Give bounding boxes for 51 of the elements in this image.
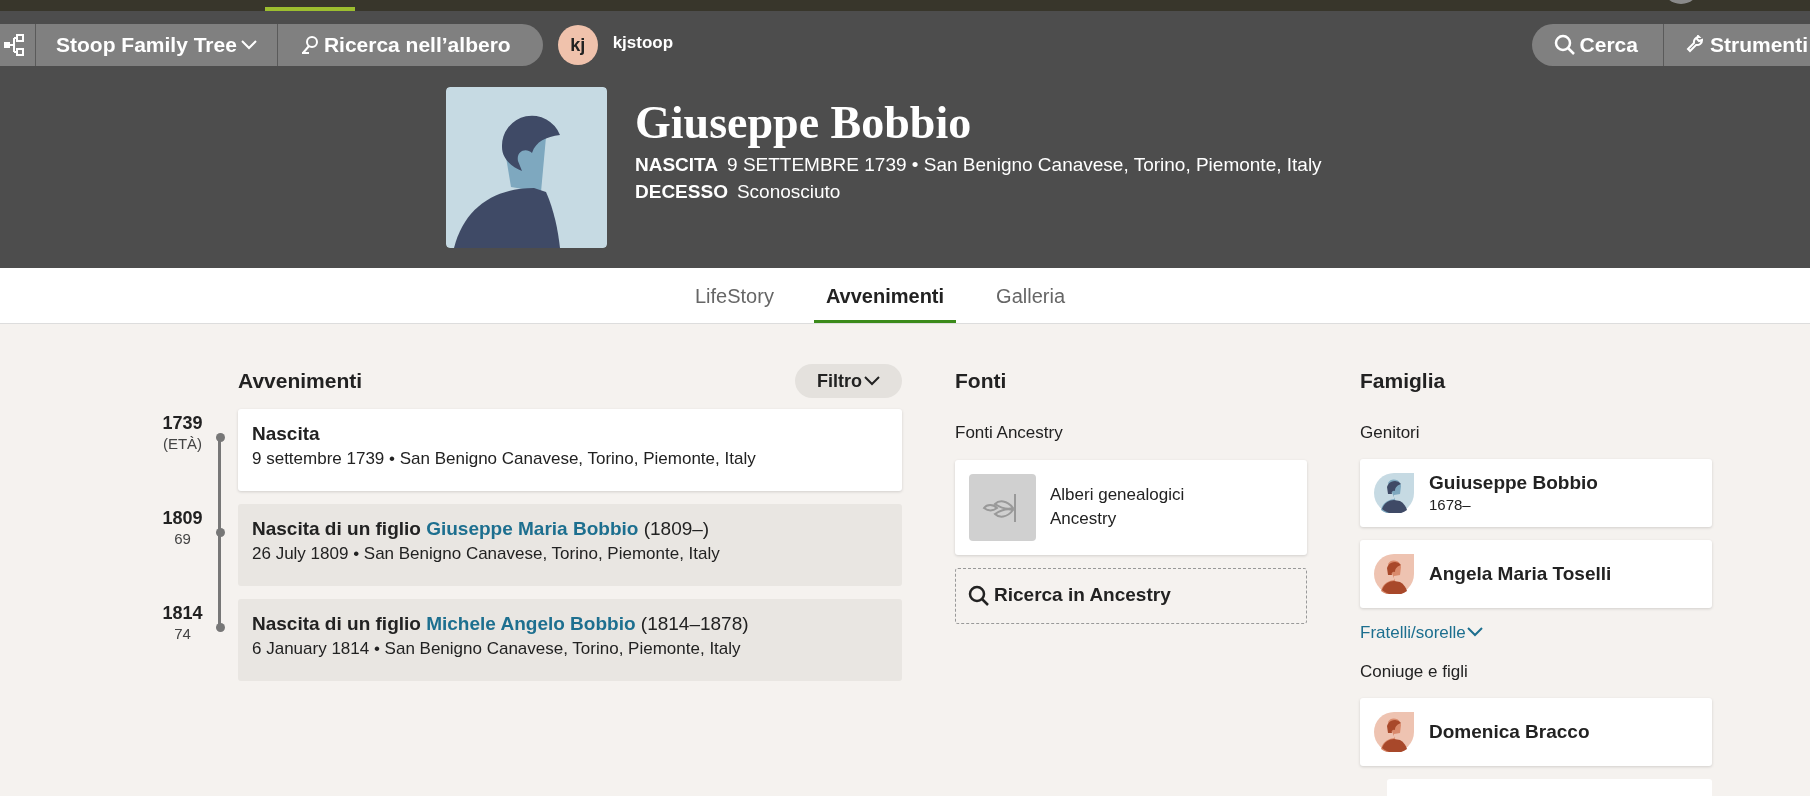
search-button[interactable]: Cerca <box>1531 24 1664 66</box>
subsection-label: Fonti Ancestry <box>955 422 1064 444</box>
tab[interactable]: Galleria <box>984 268 1077 323</box>
event-dates: (1814–1878) <box>640 613 749 634</box>
tools-button[interactable]: Strumenti <box>1664 24 1810 66</box>
person-years: 1678– <box>1429 494 1472 515</box>
event-detail: 6 January 1814 • San Benigno Canavese, Torino, Piemonte, Italy <box>252 638 742 660</box>
event-card[interactable]: Nascita di un figlio Giuseppe Maria Bobbio (1809–) 26 July 1809 • San Benigno Canavese, Torino, Piemonte, Italy <box>238 504 902 586</box>
user-avatar[interactable]: kj <box>557 25 598 65</box>
event-card[interactable]: Nascita di un figlio Michele Angelo Bobbio (1814–1878) 6 January 1814 • San Benigno Canavese, Torino, Piemonte, Italy <box>238 599 902 681</box>
source-card[interactable]: Alberi genealogici Ancestry <box>955 459 1307 555</box>
filter-button[interactable]: Filtro <box>795 364 902 398</box>
event-year: 1739 <box>161 412 204 434</box>
fact-value: Sconosciuto <box>736 180 841 204</box>
event-title: Nascita di un figlio <box>252 518 421 539</box>
section-heading: Fonti <box>955 368 1008 394</box>
person-card[interactable]: Guiuseppe Bobbio 1678– <box>1360 458 1712 527</box>
person-link[interactable]: Michele Angelo Bobbio <box>426 613 636 634</box>
event-age: 74 <box>173 624 192 644</box>
event-year: 1814 <box>161 602 204 624</box>
subsection-label: Genitori <box>1360 422 1421 444</box>
event-year: 1809 <box>161 507 204 529</box>
event-title: Nascita di un figlio <box>252 613 421 634</box>
siblings-toggle[interactable]: Fratelli/sorelle <box>1360 619 1483 645</box>
event-age: 69 <box>173 529 192 549</box>
tab[interactable]: Avvenimenti <box>813 268 957 323</box>
user-name[interactable]: kjstoop <box>612 30 674 56</box>
person-card[interactable]: Domenica Bracco <box>1360 697 1712 766</box>
event-title: Nascita <box>252 423 320 444</box>
person-card[interactable]: Angela Maria Toselli <box>1360 539 1712 608</box>
person-name: Giuseppe Bobbio <box>635 96 973 150</box>
event-dates: (1809–) <box>643 518 710 539</box>
section-heading: Famiglia <box>1360 368 1447 394</box>
tree-menu-button[interactable]: Stoop Family Tree <box>36 24 278 66</box>
event-card[interactable]: Nascita 9 settembre 1739 • San Benigno Canavese, Torino, Piemonte, Italy <box>238 409 902 491</box>
fact-label: NASCITA <box>635 153 719 177</box>
person-name: Angela Maria Toselli <box>1429 561 1612 586</box>
source-title: Alberi genealogici Ancestry <box>1050 484 1186 530</box>
event-detail: 26 July 1809 • San Benigno Canavese, Torino, Piemonte, Italy <box>252 543 721 565</box>
event-detail: 9 settembre 1739 • San Benigno Canavese, Torino, Piemonte, Italy <box>252 448 757 470</box>
person-link[interactable]: Giuseppe Maria Bobbio <box>426 518 639 539</box>
subsection-label: Coniuge e figli <box>1360 661 1469 683</box>
tab[interactable]: LifeStory <box>682 268 786 323</box>
person-name: Domenica Bracco <box>1429 719 1590 744</box>
event-age: (ETÀ) <box>161 434 204 454</box>
section-heading: Avvenimenti <box>238 368 363 395</box>
person-name: Guiuseppe Bobbio <box>1429 470 1598 495</box>
ancestry-search-button[interactable]: Ricerca in Ancestry <box>955 567 1307 624</box>
fact-value: 9 SETTEMBRE 1739 • San Benigno Canavese, Torino, Piemonte, Italy <box>727 153 1322 177</box>
fact-label: DECESSO <box>635 180 728 204</box>
tree-search-button[interactable]: Ricerca nell’albero <box>277 24 543 66</box>
